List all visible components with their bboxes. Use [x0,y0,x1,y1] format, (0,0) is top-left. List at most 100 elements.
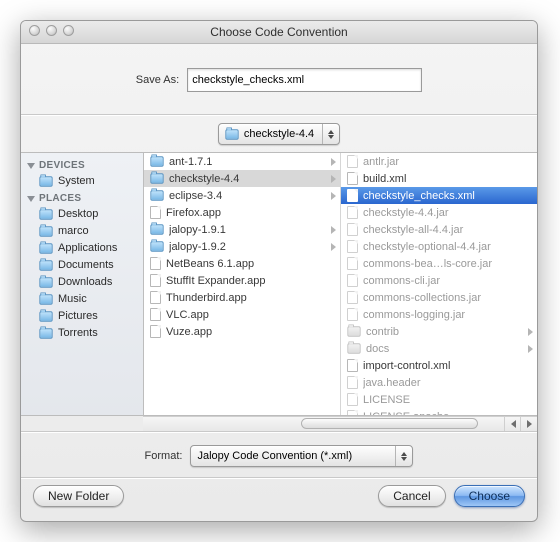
file-row-label: java.header [363,377,533,389]
app-icon [150,291,161,304]
sidebar-section-header[interactable]: DEVICES [21,157,143,173]
file-icon [347,393,358,406]
path-bar: checkstyle-4.4 [21,116,537,152]
new-folder-button[interactable]: New Folder [33,485,124,507]
file-row[interactable]: checkstyle-all-4.4.jar [341,221,537,238]
sidebar-section-header[interactable]: PLACES [21,190,143,206]
close-icon[interactable] [29,25,40,36]
sidebar-item[interactable]: Applications [21,240,143,257]
saveas-section: Save As: [21,44,537,114]
file-row[interactable]: LICENSE.apache [341,408,537,415]
file-row-label: VLC.app [166,309,336,321]
file-row[interactable]: ant-1.7.1 [144,153,340,170]
column-view: ant-1.7.1 checkstyle-4.4 eclipse-3.4 Firefo… [144,153,537,415]
sidebar-item-label: Documents [58,258,114,273]
file-row[interactable]: checkstyle_checks.xml [341,187,537,204]
format-popup-value: Jalopy Code Convention (*.xml) [197,450,352,462]
column-2[interactable]: antlr.jarbuild.xml checkstyle_checks.xmlc… [341,153,537,415]
file-row[interactable]: commons-bea…ls-core.jar [341,255,537,272]
sidebar-item-label: Music [58,292,87,307]
file-row[interactable]: eclipse-3.4 [144,187,340,204]
file-icon [347,155,358,168]
file-row[interactable]: commons-cli.jar [341,272,537,289]
scroll-right-icon[interactable] [520,417,537,431]
file-row-label: eclipse-3.4 [169,190,326,202]
saveas-input[interactable] [187,68,422,92]
disclosure-triangle-icon [27,163,35,169]
folder-icon [347,343,360,353]
file-row[interactable]: commons-logging.jar [341,306,537,323]
folder-icon [39,311,52,321]
folder-icon [39,277,52,287]
file-row[interactable]: jalopy-1.9.1 [144,221,340,238]
file-row[interactable]: contrib [341,323,537,340]
sidebar-item[interactable]: Pictures [21,308,143,325]
cancel-button[interactable]: Cancel [378,485,445,507]
zoom-icon[interactable] [63,25,74,36]
file-row[interactable]: VLC.app [144,306,340,323]
file-row-label: checkstyle-optional-4.4.jar [363,241,533,253]
sidebar-item-label: Downloads [58,275,112,290]
popup-arrows-icon [395,446,412,466]
sidebar-item[interactable]: Documents [21,257,143,274]
file-row[interactable]: jalopy-1.9.2 [144,238,340,255]
file-row-label: checkstyle_checks.xml [363,190,533,202]
sidebar-item[interactable]: Music [21,291,143,308]
sidebar-item[interactable]: Downloads [21,274,143,291]
file-row[interactable]: import-control.xml [341,357,537,374]
scroll-thumb[interactable] [301,418,478,429]
chevron-right-icon [331,243,336,251]
file-row-label: jalopy-1.9.1 [169,224,326,236]
folder-icon [39,294,52,304]
format-popup[interactable]: Jalopy Code Convention (*.xml) [190,445,413,467]
file-row-label: Vuze.app [166,326,336,338]
sidebar-item[interactable]: System [21,173,143,190]
sidebar-item[interactable]: marco [21,223,143,240]
scroll-left-icon[interactable] [504,417,521,431]
file-row-label: checkstyle-4.4 [169,173,326,185]
file-row-label: NetBeans 6.1.app [166,258,336,270]
file-row[interactable]: Vuze.app [144,323,340,340]
column-1[interactable]: ant-1.7.1 checkstyle-4.4 eclipse-3.4 Firefo… [144,153,341,415]
minimize-icon[interactable] [46,25,57,36]
dialog-footer: New Folder Cancel Choose [21,479,537,521]
choose-button[interactable]: Choose [454,485,525,507]
file-row[interactable]: NetBeans 6.1.app [144,255,340,272]
file-row[interactable]: commons-collections.jar [341,289,537,306]
sidebar-item-label: Applications [58,241,117,256]
file-row[interactable]: LICENSE [341,391,537,408]
sidebar-item[interactable]: Torrents [21,325,143,342]
sidebar-section-title: DEVICES [39,160,85,171]
folder-icon [150,173,163,183]
file-icon [347,172,358,185]
file-row-label: LICENSE.apache [363,411,533,416]
file-row[interactable]: checkstyle-4.4 [144,170,340,187]
sidebar-section-title: PLACES [39,193,81,204]
file-row-label: Thunderbird.app [166,292,336,304]
file-row[interactable]: checkstyle-optional-4.4.jar [341,238,537,255]
horizontal-scrollbar[interactable] [143,416,537,431]
file-row[interactable]: Firefox.app [144,204,340,221]
path-popup[interactable]: checkstyle-4.4 [218,123,340,145]
folder-icon [39,226,52,236]
sidebar-item[interactable]: Desktop [21,206,143,223]
file-row[interactable]: java.header [341,374,537,391]
app-icon [150,325,161,338]
file-row[interactable]: docs [341,340,537,357]
file-icon [347,376,358,389]
file-row[interactable]: checkstyle-4.4.jar [341,204,537,221]
sidebar-item-label: Desktop [58,207,98,222]
folder-icon [150,156,163,166]
file-icon [347,206,358,219]
file-row[interactable]: build.xml [341,170,537,187]
folder-icon [39,176,52,186]
sidebar-item-label: Torrents [58,326,98,341]
app-icon [150,206,161,219]
path-popup-label: checkstyle-4.4 [244,128,314,140]
folder-icon [39,243,52,253]
file-row[interactable]: antlr.jar [341,153,537,170]
file-row[interactable]: Thunderbird.app [144,289,340,306]
file-row[interactable]: StuffIt Expander.app [144,272,340,289]
file-icon [347,308,358,321]
file-icon [347,257,358,270]
